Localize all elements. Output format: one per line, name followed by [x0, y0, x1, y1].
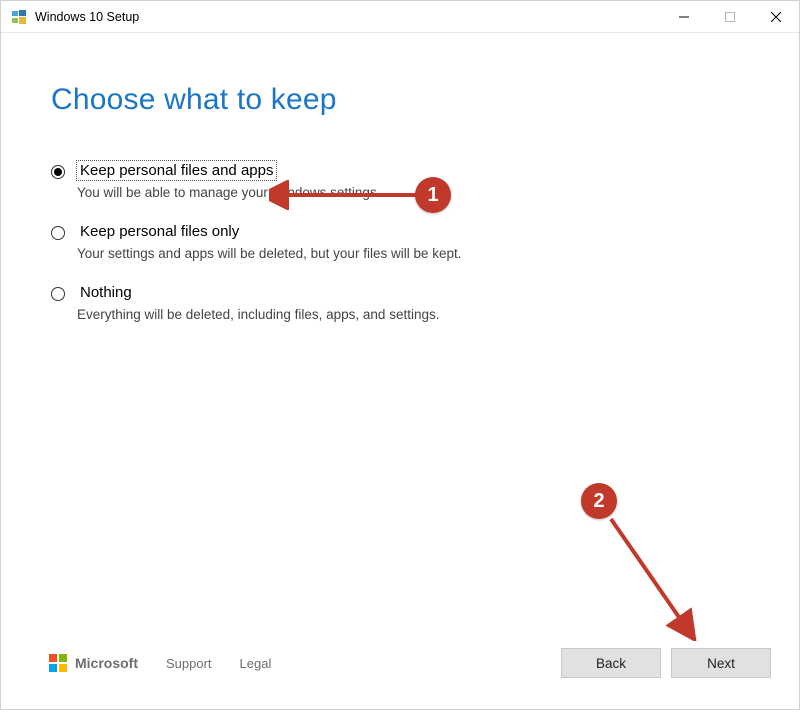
- content-area: Choose what to keep Keep personal files …: [1, 33, 799, 641]
- back-button[interactable]: Back: [561, 648, 661, 678]
- microsoft-brand-text: Microsoft: [75, 655, 138, 671]
- minimize-button[interactable]: [661, 1, 707, 33]
- window-title: Windows 10 Setup: [35, 10, 139, 24]
- option-description: Your settings and apps will be deleted, …: [77, 246, 461, 261]
- radio-icon: [51, 287, 65, 301]
- footer: Microsoft Support Legal Back Next: [1, 641, 799, 709]
- option-keep-files-only[interactable]: Keep personal files only Your settings a…: [51, 222, 749, 261]
- option-label: Keep personal files and apps: [77, 161, 276, 180]
- radio-icon: [51, 165, 65, 179]
- page-title: Choose what to keep: [51, 83, 749, 117]
- annotation-number: 2: [593, 490, 604, 513]
- microsoft-logo: Microsoft: [49, 654, 138, 672]
- options-group: Keep personal files and apps You will be…: [51, 161, 749, 322]
- titlebar: Windows 10 Setup: [1, 1, 799, 33]
- support-link[interactable]: Support: [166, 656, 212, 671]
- next-button[interactable]: Next: [671, 648, 771, 678]
- microsoft-logo-icon: [49, 654, 67, 672]
- annotation-callout-2: 2: [581, 483, 617, 519]
- option-description: You will be able to manage your Windows …: [77, 185, 380, 200]
- option-keep-files-and-apps[interactable]: Keep personal files and apps You will be…: [51, 161, 749, 200]
- option-label: Keep personal files only: [77, 222, 242, 241]
- app-icon: [11, 9, 27, 25]
- option-description: Everything will be deleted, including fi…: [77, 307, 439, 322]
- radio-icon: [51, 226, 65, 240]
- option-label: Nothing: [77, 283, 135, 302]
- option-nothing[interactable]: Nothing Everything will be deleted, incl…: [51, 283, 749, 322]
- close-button[interactable]: [753, 1, 799, 33]
- setup-window: Windows 10 Setup Choose what to keep Kee…: [0, 0, 800, 710]
- annotation-arrow-2: [589, 501, 709, 641]
- legal-link[interactable]: Legal: [240, 656, 272, 671]
- maximize-button: [707, 1, 753, 33]
